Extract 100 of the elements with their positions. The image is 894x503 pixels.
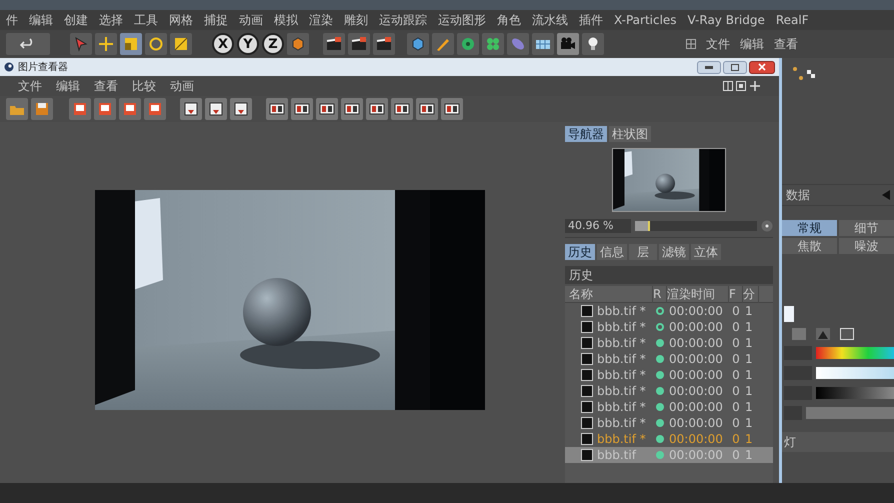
tab[interactable]: 历史 (565, 244, 595, 260)
menu-item[interactable]: V-Ray Bridge (688, 11, 765, 29)
table-cell-text: 0 (731, 367, 741, 384)
menu-item[interactable]: 编辑 (29, 11, 53, 29)
menu-item[interactable]: 选择 (99, 11, 123, 29)
table-cell-text: 0 (731, 415, 741, 432)
menu-item[interactable]: 编辑 (740, 35, 764, 53)
camera-icon[interactable] (557, 33, 579, 55)
file-name: bbb.tif * (597, 415, 646, 432)
menu-item[interactable]: 查看 (774, 35, 798, 53)
menu-item[interactable]: 比较 (132, 77, 156, 95)
menu-item[interactable]: 流水线 (532, 11, 568, 29)
file-name: bbb.tif (597, 447, 636, 464)
table-cell-text: 1 (744, 335, 754, 352)
image-export-icon[interactable] (94, 98, 116, 120)
table-cell-text: 1 (744, 383, 754, 400)
menu-item[interactable]: 角色 (497, 11, 521, 29)
scale-icon[interactable] (120, 33, 142, 55)
file-name: bbb.tif * (597, 399, 646, 416)
axis-button[interactable]: Z (262, 33, 284, 55)
square-icon[interactable] (170, 33, 192, 55)
table-cell-text: 1 (744, 367, 754, 384)
render-settings-icon[interactable] (373, 33, 395, 55)
pen-icon[interactable] (432, 33, 454, 55)
frame-icon[interactable] (416, 98, 438, 120)
menu-item[interactable]: 运动跟踪 (379, 11, 427, 29)
save-icon[interactable] (31, 98, 53, 120)
menu-item[interactable]: X-Particles (614, 11, 677, 29)
menu-item[interactable]: 动画 (170, 77, 194, 95)
tab[interactable]: 信息 (597, 244, 627, 260)
image-file-icon (581, 337, 593, 349)
image-down-icon[interactable] (180, 98, 202, 120)
undo-icon[interactable] (6, 33, 50, 55)
tab[interactable]: 柱状图 (609, 126, 651, 142)
ab-compare-icon[interactable] (266, 98, 288, 120)
file-name: bbb.tif * (597, 383, 646, 400)
ab-swap-icon[interactable] (316, 98, 338, 120)
image-layer-icon[interactable] (144, 98, 166, 120)
menu-item[interactable]: 文件 (18, 77, 42, 95)
picture-icon[interactable] (816, 328, 830, 340)
tab[interactable]: 导航器 (565, 126, 607, 142)
menu-item[interactable]: 件 (6, 11, 18, 29)
move-icon[interactable] (749, 81, 761, 91)
menu-item[interactable]: 动画 (239, 11, 263, 29)
table-cell-text: 1 (744, 399, 754, 416)
hsv-icon[interactable] (840, 328, 854, 340)
menu-item[interactable]: 模拟 (274, 11, 298, 29)
layout-icon[interactable] (723, 81, 733, 91)
tab[interactable]: 立体 (691, 244, 721, 260)
round-button-icon[interactable] (761, 220, 773, 232)
menu-item[interactable]: 渲染 (309, 11, 333, 29)
menu-item[interactable]: 创建 (64, 11, 88, 29)
menu-item[interactable]: RealF (776, 11, 809, 29)
cursor-icon[interactable] (70, 33, 92, 55)
flower-icon[interactable] (482, 33, 504, 55)
zoom-slider[interactable] (635, 221, 757, 231)
axis-button[interactable]: Y (237, 33, 259, 55)
ab-split-icon[interactable] (341, 98, 363, 120)
image-down-icon[interactable] (205, 98, 227, 120)
light-bulb-icon[interactable] (582, 33, 604, 55)
axis-button[interactable]: X (212, 33, 234, 55)
image-compare-icon[interactable] (230, 98, 252, 120)
menu-item[interactable]: 网格 (169, 11, 193, 29)
tab[interactable]: 细节 (839, 220, 894, 236)
menu-item[interactable]: 运动图形 (438, 11, 486, 29)
menu-item[interactable]: 查看 (94, 77, 118, 95)
panel-icon[interactable] (736, 81, 746, 91)
tab[interactable]: 滤镜 (659, 244, 689, 260)
table-cell-text: 1 (744, 431, 754, 448)
ab-compare-icon[interactable] (291, 98, 313, 120)
menu-item[interactable]: 插件 (579, 11, 603, 29)
move-icon[interactable] (95, 33, 117, 55)
grid-icon[interactable] (686, 39, 696, 49)
menu-item[interactable]: 工具 (134, 11, 158, 29)
ab-split-icon[interactable] (366, 98, 388, 120)
rotate-icon[interactable] (145, 33, 167, 55)
tab[interactable]: 焦散 (782, 238, 837, 254)
table-cell-text: 0 (731, 383, 741, 400)
tab[interactable]: 常规 (782, 220, 837, 236)
render-picture-icon[interactable] (348, 33, 370, 55)
menu-item[interactable]: 编辑 (56, 77, 80, 95)
zoom-value[interactable]: 40.96 % (565, 219, 631, 233)
hue-gradient-bar[interactable] (816, 347, 894, 359)
brightness-gradient-bar[interactable] (816, 387, 894, 399)
menu-item[interactable]: 文件 (706, 35, 730, 53)
close-button[interactable] (749, 60, 775, 74)
tab[interactable]: 层 (629, 244, 657, 260)
menu-item[interactable]: 雕刻 (344, 11, 368, 29)
image-stack-icon[interactable] (69, 98, 91, 120)
render-view-icon[interactable] (323, 33, 345, 55)
minimize-button[interactable] (697, 60, 721, 74)
tab[interactable]: 噪波 (839, 238, 894, 254)
table-cell-text: 1 (744, 415, 754, 432)
render-time: 00:00:00 (668, 335, 724, 352)
frame-icon[interactable] (391, 98, 413, 120)
color-swatch[interactable] (784, 306, 794, 322)
maximize-button[interactable] (723, 60, 747, 74)
frame-icon[interactable] (441, 98, 463, 120)
image-frame-icon[interactable] (119, 98, 141, 120)
menu-item[interactable]: 捕捉 (204, 11, 228, 29)
